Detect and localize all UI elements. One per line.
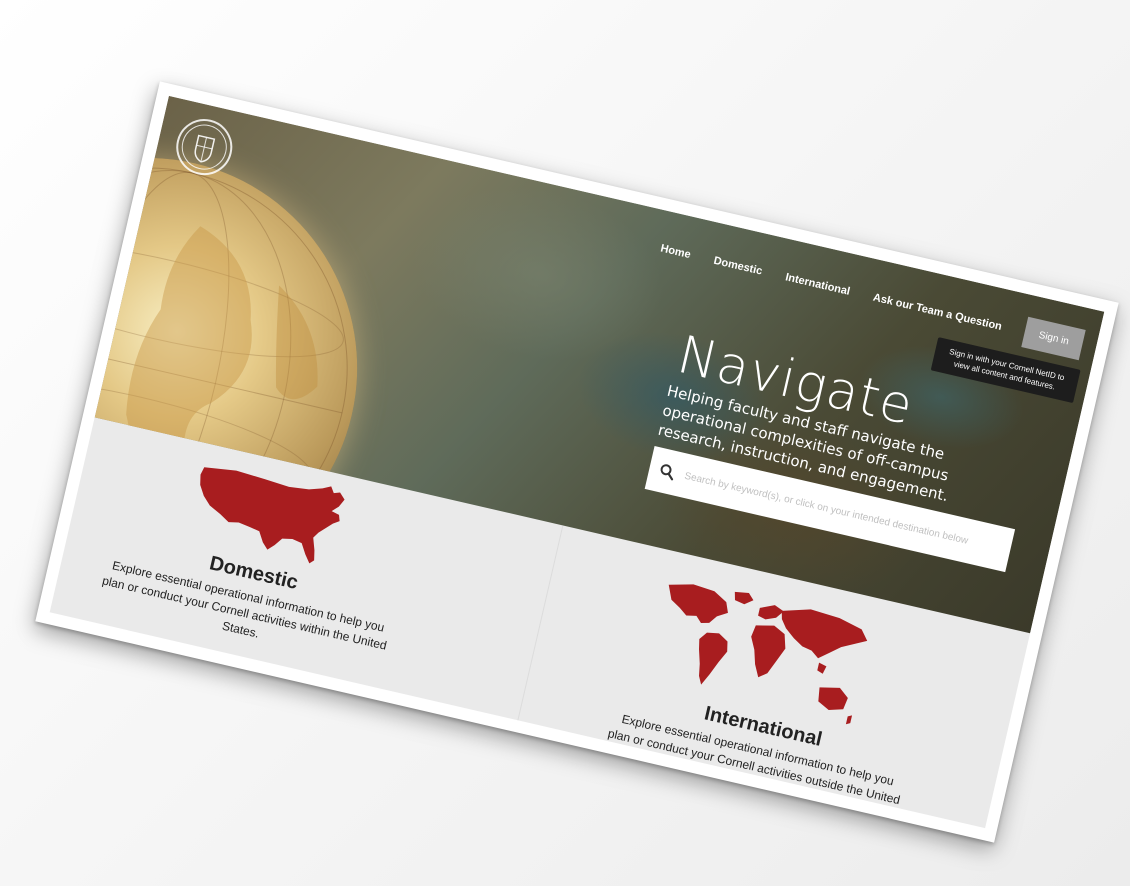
- nav-domestic[interactable]: Domestic: [713, 254, 764, 277]
- search-icon[interactable]: [658, 462, 677, 481]
- screenshot-frame: Home Domestic International Ask our Team…: [35, 81, 1119, 843]
- cornell-seal-icon: [181, 124, 227, 170]
- nav-home[interactable]: Home: [659, 242, 691, 261]
- sign-in-button[interactable]: Sign in: [1021, 316, 1086, 361]
- webpage: Home Domestic International Ask our Team…: [49, 95, 1105, 829]
- presentation-stage: Home Domestic International Ask our Team…: [0, 0, 1130, 886]
- nav-ask-team[interactable]: Ask our Team a Question: [872, 291, 1003, 332]
- nav-international[interactable]: International: [784, 271, 851, 298]
